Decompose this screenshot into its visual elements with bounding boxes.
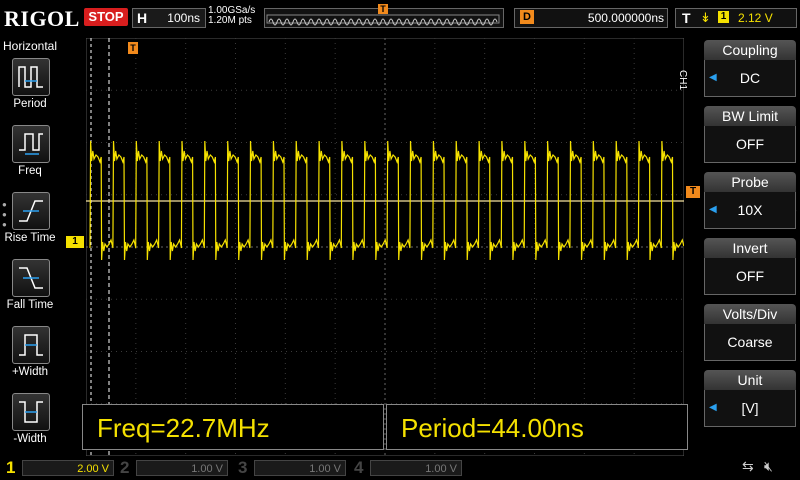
unit-title: Unit	[704, 370, 796, 390]
coupling-value: DC	[739, 70, 761, 86]
trigger-box[interactable]	[675, 8, 797, 28]
measure-period-button[interactable]: Period	[0, 58, 60, 124]
trigger-source: 1	[718, 11, 729, 23]
ch2-scale[interactable]: 1.00 V	[136, 460, 228, 476]
usb-icon: ⇆	[742, 458, 754, 474]
negative-width-icon	[12, 393, 50, 431]
rise-time-label: Rise Time	[4, 232, 56, 244]
coupling-menu[interactable]: Coupling ◀ DC	[704, 40, 796, 97]
bw-limit-value: OFF	[736, 136, 764, 152]
invert-title: Invert	[704, 238, 796, 258]
waveform-display[interactable]	[85, 37, 685, 457]
waveform-grid	[85, 37, 685, 457]
arrow-left-icon: ◀	[709, 402, 717, 413]
bw-limit-title: BW Limit	[704, 106, 796, 126]
trigger-level-marker[interactable]: T	[686, 186, 700, 198]
trigger-position-marker[interactable]: T	[128, 42, 138, 54]
timebase-value: 100ns	[167, 11, 200, 25]
freq-measurement[interactable]: Freq=22.7MHz	[82, 404, 384, 450]
trigger-level: 2.12 V	[738, 11, 773, 25]
freq-label: Freq	[18, 165, 42, 177]
bw-limit-menu[interactable]: BW Limit OFF	[704, 106, 796, 163]
acquisition-info: 1.00GSa/s 1.20M pts	[208, 6, 255, 26]
arrow-left-icon: ◀	[709, 204, 717, 215]
unit-menu[interactable]: Unit ◀ [V]	[704, 370, 796, 427]
probe-title: Probe	[704, 172, 796, 192]
volts-div-title: Volts/Div	[704, 304, 796, 324]
arrow-left-icon: ◀	[709, 72, 717, 83]
period-label: Period	[13, 98, 47, 110]
probe-value: 10X	[737, 202, 763, 218]
positive-width-icon	[12, 326, 50, 364]
bw-limit-value-box[interactable]: OFF	[704, 126, 796, 163]
unit-value: [V]	[741, 400, 759, 416]
invert-value-box[interactable]: OFF	[704, 258, 796, 295]
trigger-label: T	[682, 10, 691, 26]
positive-width-label: +Width	[11, 366, 49, 378]
delay-value: 500.000000ns	[587, 11, 664, 25]
ch4-number[interactable]: 4	[354, 456, 363, 480]
measure-freq-button[interactable]: Freq	[0, 125, 60, 191]
period-icon	[12, 58, 50, 96]
rise-time-icon	[12, 192, 50, 230]
probe-value-box[interactable]: ◀ 10X	[704, 192, 796, 229]
measure-positive-width-button[interactable]: +Width	[0, 326, 60, 392]
measure-fall-time-button[interactable]: Fall Time	[0, 259, 60, 325]
run-stop-indicator[interactable]: STOP	[84, 8, 128, 26]
volts-div-menu[interactable]: Volts/Div Coarse	[704, 304, 796, 361]
ch3-number[interactable]: 3	[238, 456, 247, 480]
invert-menu[interactable]: Invert OFF	[704, 238, 796, 295]
negative-width-label: -Width	[13, 433, 47, 445]
measure-menu-title: Horizontal	[2, 39, 58, 53]
ch1-scale[interactable]: 2.00 V	[22, 460, 114, 476]
period-measurement[interactable]: Period=44.00ns	[386, 404, 688, 450]
ch4-scale[interactable]: 1.00 V	[370, 460, 462, 476]
memory-depth: 1.20M pts	[208, 15, 252, 26]
ch1-ground-marker[interactable]: 1	[66, 236, 84, 248]
volts-div-value: Coarse	[727, 334, 773, 350]
horizontal-label: H	[137, 10, 148, 26]
fall-time-label: Fall Time	[6, 299, 54, 311]
invert-value: OFF	[736, 268, 764, 284]
trigger-position-marker-top: T	[378, 4, 388, 14]
measure-negative-width-button[interactable]: -Width	[0, 393, 60, 459]
speaker-mute-icon[interactable]: 🔇︎	[764, 458, 773, 475]
brand-logo: RIGOL	[4, 6, 80, 31]
coupling-value-box[interactable]: ◀ DC	[704, 60, 796, 97]
fall-time-icon	[12, 259, 50, 297]
ch2-number[interactable]: 2	[120, 456, 129, 480]
freq-icon	[12, 125, 50, 163]
measure-rise-time-button[interactable]: Rise Time	[0, 192, 60, 258]
delay-label: D	[520, 10, 534, 24]
rising-edge-icon: ↡	[700, 10, 711, 25]
coupling-title: Coupling	[704, 40, 796, 60]
ch1-number[interactable]: 1	[6, 456, 15, 480]
volts-div-value-box[interactable]: Coarse	[704, 324, 796, 361]
unit-value-box[interactable]: ◀ [V]	[704, 390, 796, 427]
ch3-scale[interactable]: 1.00 V	[254, 460, 346, 476]
probe-menu[interactable]: Probe ◀ 10X	[704, 172, 796, 229]
channel-menu-label: CH1	[677, 70, 688, 91]
